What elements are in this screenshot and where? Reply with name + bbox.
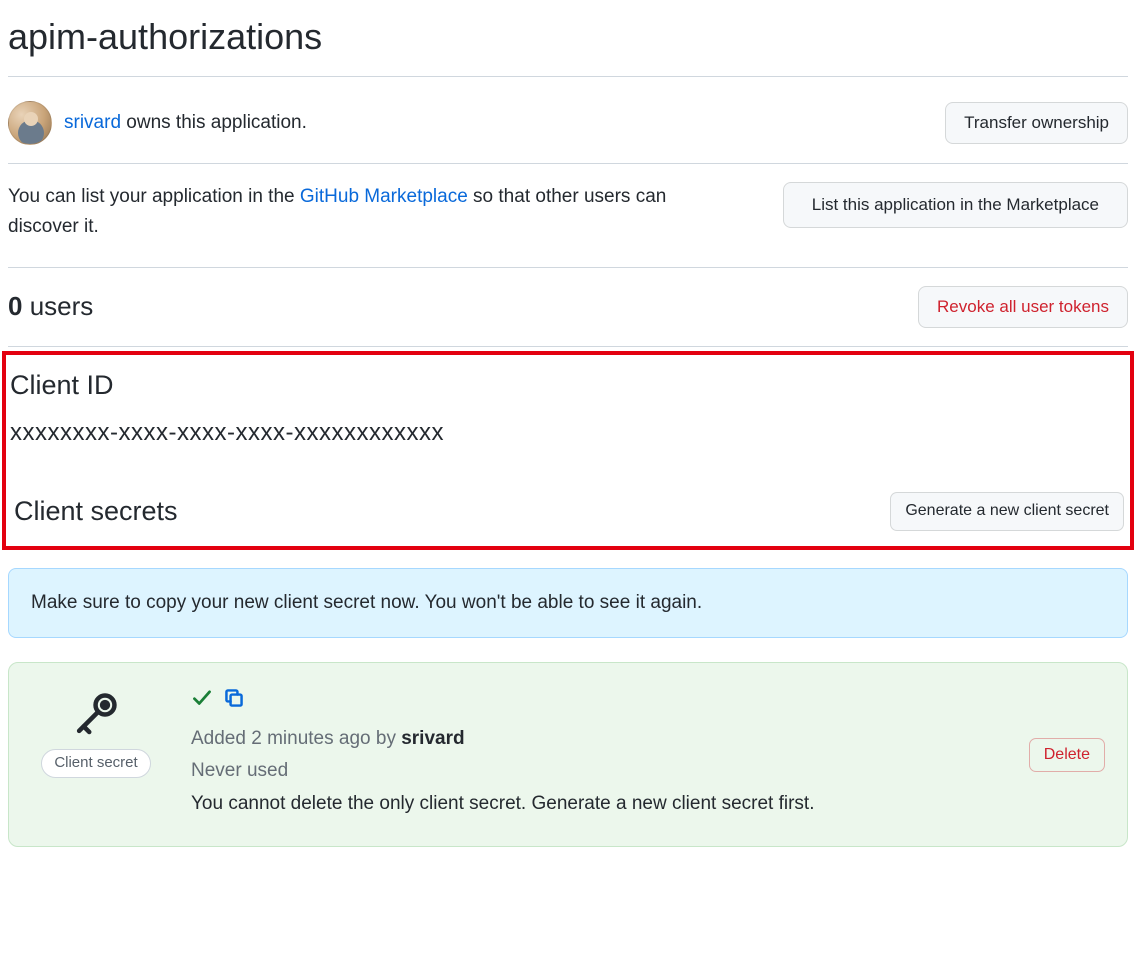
secret-key-column: Client secret <box>31 687 161 778</box>
added-prefix: Added <box>191 728 251 749</box>
client-id-label: Client ID <box>6 365 1130 406</box>
added-by-text: by <box>371 728 402 749</box>
owner-suffix: owns this application. <box>121 112 307 133</box>
cannot-delete-text: You cannot delete the only client secret… <box>191 790 1105 819</box>
marketplace-text: You can list your application in the Git… <box>8 182 728 243</box>
page-title: apim-authorizations <box>8 10 1128 77</box>
users-count-text: 0 users <box>8 287 93 326</box>
client-secret-card: Client secret Added 2 minutes ago by sri… <box>8 662 1128 847</box>
added-time: 2 minutes ago <box>251 728 370 749</box>
client-secret-pill: Client secret <box>41 749 150 778</box>
client-secrets-label: Client secrets <box>10 491 178 532</box>
delete-secret-button[interactable]: Delete <box>1029 738 1105 772</box>
secret-icons-row <box>191 687 1105 719</box>
highlight-annotation-box: Client ID xxxxxxxx-xxxx-xxxx-xxxx-xxxxxx… <box>2 351 1134 550</box>
never-used-text: Never used <box>191 757 1105 786</box>
transfer-ownership-button[interactable]: Transfer ownership <box>945 102 1128 144</box>
owner-row: srivard owns this application. Transfer … <box>8 93 1128 164</box>
copy-icon[interactable] <box>223 687 245 719</box>
generate-client-secret-button[interactable]: Generate a new client secret <box>890 492 1124 530</box>
copy-secret-flash: Make sure to copy your new client secret… <box>8 568 1128 639</box>
revoke-all-tokens-button[interactable]: Revoke all user tokens <box>918 286 1128 328</box>
owner-text: srivard owns this application. <box>64 109 307 138</box>
list-in-marketplace-button[interactable]: List this application in the Marketplace <box>783 182 1128 228</box>
secret-added-line: Added 2 minutes ago by srivard <box>191 725 1105 754</box>
users-label: users <box>22 291 93 321</box>
client-secrets-header: Client secrets Generate a new client sec… <box>6 491 1130 532</box>
marketplace-link[interactable]: GitHub Marketplace <box>300 186 468 207</box>
key-icon <box>69 687 123 741</box>
check-icon <box>191 687 213 719</box>
users-row: 0 users Revoke all user tokens <box>8 286 1128 347</box>
marketplace-row: You can list your application in the Git… <box>8 182 1128 268</box>
secret-author: srivard <box>401 728 464 749</box>
owner-username-link[interactable]: srivard <box>64 112 121 133</box>
users-count: 0 <box>8 291 22 321</box>
avatar[interactable] <box>8 101 52 145</box>
client-id-value: xxxxxxxx-xxxx-xxxx-xxxx-xxxxxxxxxxxx <box>6 415 1130 451</box>
marketplace-prefix: You can list your application in the <box>8 186 300 207</box>
owner-info: srivard owns this application. <box>8 101 307 145</box>
secret-body: Added 2 minutes ago by srivard Never use… <box>191 687 1105 818</box>
